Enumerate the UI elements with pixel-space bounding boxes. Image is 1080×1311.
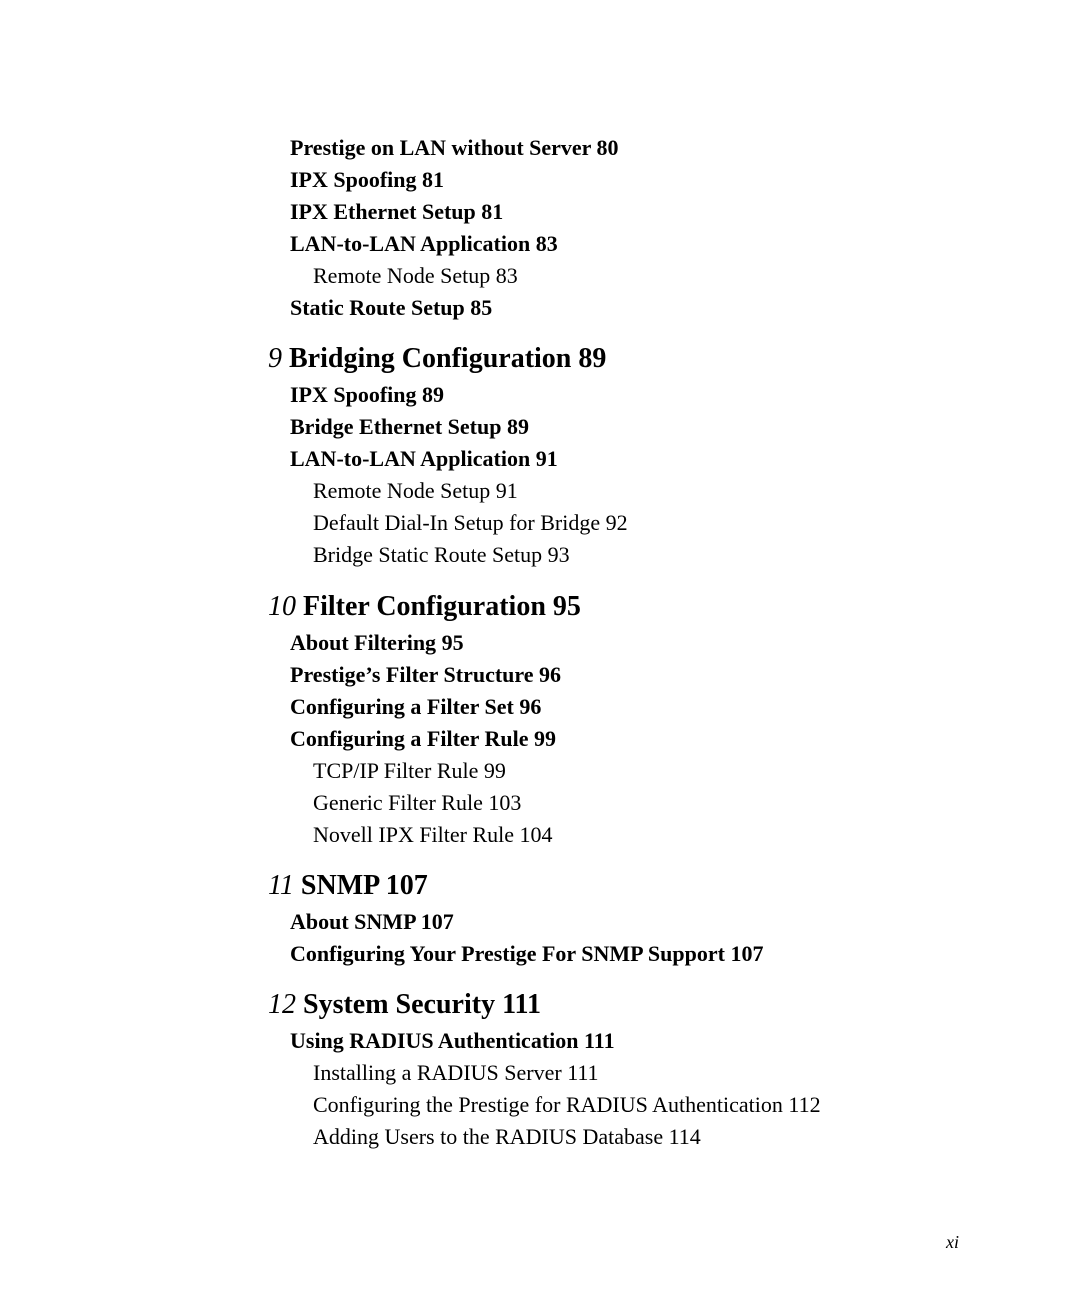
chapter-page: 89 <box>578 343 607 374</box>
toc-entry[interactable]: Using RADIUS Authentication 111 <box>290 1030 615 1052</box>
toc-entry-title: IPX Spoofing <box>290 382 417 407</box>
toc-entry-title: Generic Filter Rule <box>313 790 483 815</box>
chapter-heading[interactable]: 9 Bridging Configuration 89 <box>268 345 606 373</box>
chapter-number: 10 <box>268 591 296 622</box>
toc-entry-page: 91 <box>535 446 558 471</box>
toc-entry-page: 91 <box>495 478 518 503</box>
toc-entry[interactable]: TCP/IP Filter Rule 99 <box>313 760 506 782</box>
chapter-number: 11 <box>268 870 294 901</box>
toc-entry-page: 99 <box>534 726 557 751</box>
toc-entry-title: Adding Users to the RADIUS Database <box>313 1124 664 1149</box>
toc-entry-title: Configuring the Prestige for RADIUS Auth… <box>313 1092 783 1117</box>
toc-entry-title: IPX Spoofing <box>290 167 417 192</box>
toc-entry[interactable]: Configuring Your Prestige For SNMP Suppo… <box>290 943 763 965</box>
toc-entry[interactable]: About SNMP 107 <box>290 911 454 933</box>
toc-entry-title: Default Dial-In Setup for Bridge <box>313 510 601 535</box>
toc-entry-title: Remote Node Setup <box>313 263 491 288</box>
chapter-number: 12 <box>268 989 296 1020</box>
toc-entry-page: 83 <box>535 231 558 256</box>
toc-entry[interactable]: Default Dial-In Setup for Bridge 92 <box>313 512 628 534</box>
chapter-page: 111 <box>502 989 541 1020</box>
toc-entry-title: Remote Node Setup <box>313 478 491 503</box>
toc-entry-page: 111 <box>567 1060 599 1085</box>
toc-entry-title: Configuring a Filter Rule <box>290 726 529 751</box>
toc-entry[interactable]: Adding Users to the RADIUS Database 114 <box>313 1126 701 1148</box>
toc-entry[interactable]: LAN-to-LAN Application 91 <box>290 448 558 470</box>
toc-entry-page: 81 <box>481 199 504 224</box>
chapter-heading[interactable]: 12 System Security 111 <box>268 991 541 1019</box>
chapter-page: 95 <box>552 591 581 622</box>
toc-entry[interactable]: Remote Node Setup 91 <box>313 480 518 502</box>
chapter-title: Filter Configuration <box>303 591 546 622</box>
toc-entry-page: 83 <box>495 263 518 288</box>
toc-entry-title: Prestige’s Filter Structure <box>290 662 534 687</box>
toc-entry[interactable]: About Filtering 95 <box>290 632 464 654</box>
toc-entry-page: 96 <box>539 662 562 687</box>
toc-entry-title: Prestige on LAN without Server <box>290 135 592 160</box>
toc-entry-title: Configuring Your Prestige For SNMP Suppo… <box>290 941 725 966</box>
toc-entry[interactable]: Configuring a Filter Rule 99 <box>290 728 556 750</box>
chapter-heading[interactable]: 11 SNMP 107 <box>268 872 428 900</box>
toc-entry[interactable]: Bridge Static Route Setup 93 <box>313 544 570 566</box>
toc-entry-page: 107 <box>730 941 764 966</box>
toc-entry-page: 111 <box>584 1028 615 1053</box>
toc-entry-page: 92 <box>605 510 628 535</box>
toc-page: Prestige on LAN without Server 80 IPX Sp… <box>0 0 1080 1311</box>
toc-entry-page: 99 <box>483 758 506 783</box>
chapter-heading[interactable]: 10 Filter Configuration 95 <box>268 593 581 621</box>
toc-entry[interactable]: Remote Node Setup 83 <box>313 265 518 287</box>
toc-entry[interactable]: Bridge Ethernet Setup 89 <box>290 416 529 438</box>
toc-entry-page: 107 <box>420 909 454 934</box>
toc-entry-title: Configuring a Filter Set <box>290 694 514 719</box>
toc-entry-title: IPX Ethernet Setup <box>290 199 476 224</box>
toc-entry-title: Using RADIUS Authentication <box>290 1028 579 1053</box>
toc-entry-title: LAN-to-LAN Application <box>290 231 531 256</box>
toc-entry-page: 89 <box>422 382 445 407</box>
page-number: xi <box>946 1232 959 1252</box>
toc-entry[interactable]: Novell IPX Filter Rule 104 <box>313 824 553 846</box>
toc-entry-title: Bridge Ethernet Setup <box>290 414 502 439</box>
toc-entry[interactable]: LAN-to-LAN Application 83 <box>290 233 558 255</box>
toc-entry-title: TCP/IP Filter Rule <box>313 758 479 783</box>
toc-entry-page: 103 <box>488 790 522 815</box>
toc-entry[interactable]: IPX Ethernet Setup 81 <box>290 201 503 223</box>
toc-entry-page: 104 <box>519 822 553 847</box>
chapter-page: 107 <box>385 870 428 901</box>
toc-entry[interactable]: Installing a RADIUS Server 111 <box>313 1062 599 1084</box>
toc-entry[interactable]: Prestige on LAN without Server 80 <box>290 137 619 159</box>
toc-entry-page: 96 <box>519 694 542 719</box>
toc-entry-page: 80 <box>596 135 619 160</box>
toc-entry-title: LAN-to-LAN Application <box>290 446 531 471</box>
toc-entry[interactable]: IPX Spoofing 89 <box>290 384 444 406</box>
toc-entry[interactable]: Generic Filter Rule 103 <box>313 792 521 814</box>
toc-entry-title: Novell IPX Filter Rule <box>313 822 515 847</box>
chapter-title: SNMP <box>300 870 379 901</box>
toc-entry-title: Static Route Setup <box>290 295 465 320</box>
toc-entry-page: 112 <box>788 1092 821 1117</box>
toc-entry[interactable]: Configuring the Prestige for RADIUS Auth… <box>313 1094 821 1116</box>
toc-entry-title: Bridge Static Route Setup <box>313 542 543 567</box>
toc-entry[interactable]: Prestige’s Filter Structure 96 <box>290 664 561 686</box>
toc-entry-page: 114 <box>668 1124 701 1149</box>
toc-entry[interactable]: Configuring a Filter Set 96 <box>290 696 541 718</box>
chapter-title: System Security <box>303 989 496 1020</box>
toc-entry-page: 89 <box>506 414 529 439</box>
toc-entry-title: About Filtering <box>290 630 437 655</box>
toc-entry-page: 93 <box>547 542 570 567</box>
toc-entry-page: 95 <box>441 630 464 655</box>
toc-entry-page: 81 <box>422 167 445 192</box>
toc-entry-title: About SNMP <box>290 909 416 934</box>
toc-entry[interactable]: Static Route Setup 85 <box>290 297 492 319</box>
toc-entry-page: 85 <box>470 295 493 320</box>
toc-entry-title: Installing a RADIUS Server <box>313 1060 562 1085</box>
toc-entry[interactable]: IPX Spoofing 81 <box>290 169 444 191</box>
chapter-title: Bridging Configuration <box>289 343 572 374</box>
chapter-number: 9 <box>268 343 282 374</box>
